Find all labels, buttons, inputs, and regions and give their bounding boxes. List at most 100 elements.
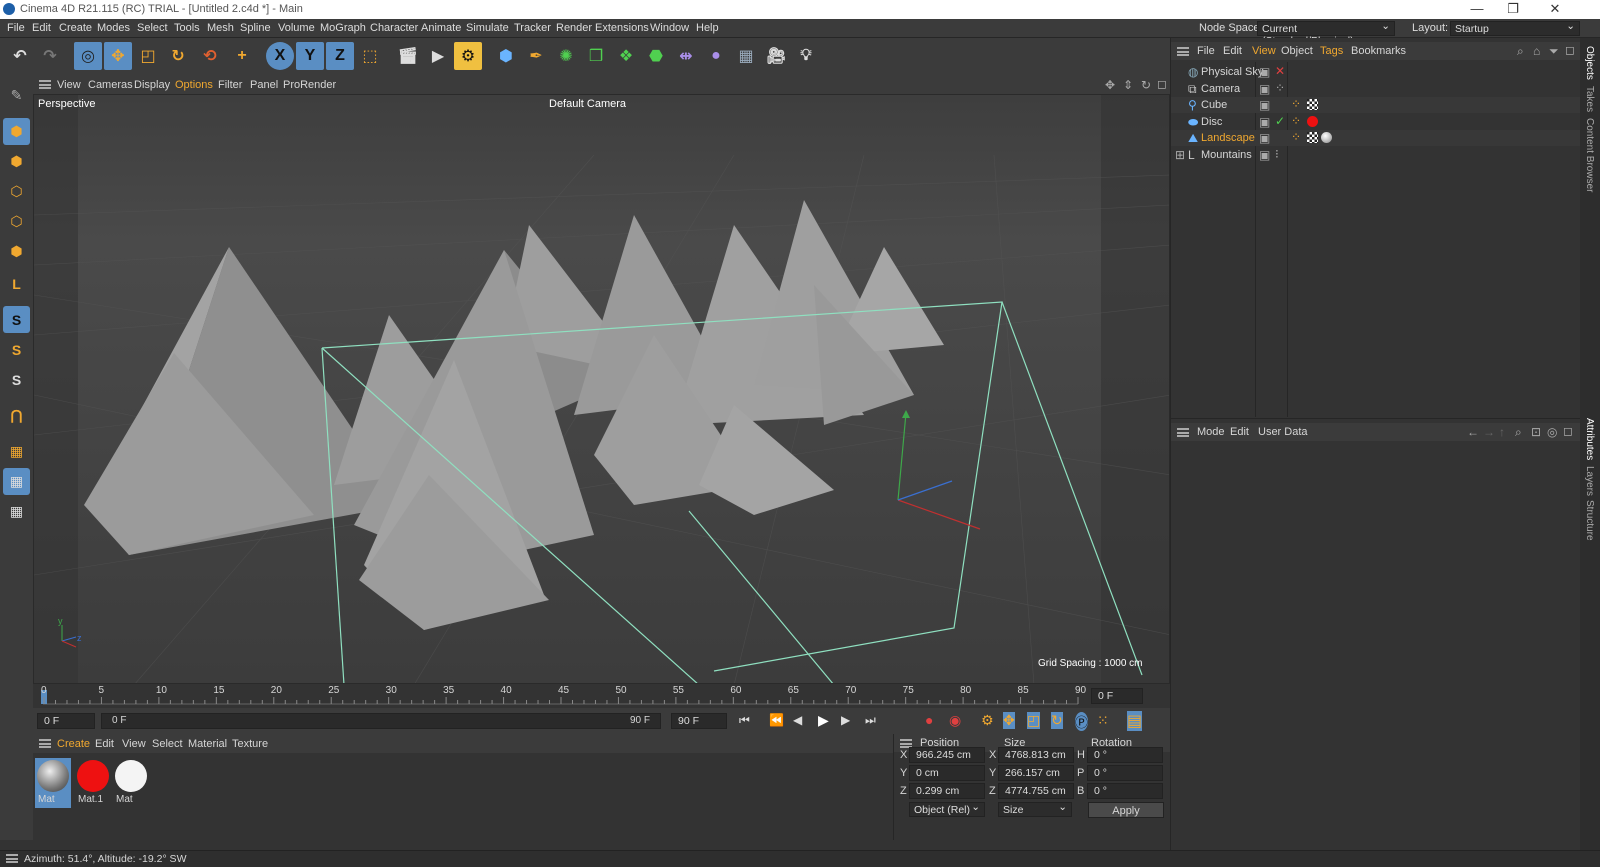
move-tool-button[interactable]: ✥ — [104, 42, 132, 70]
polygons-mode-button[interactable]: ⬢ — [3, 238, 30, 265]
menu-help[interactable]: Help — [696, 22, 719, 34]
home-icon[interactable]: ⌂ — [1533, 44, 1540, 58]
material-menu-material[interactable]: Material — [188, 738, 227, 750]
light-button[interactable]: 💡︎ — [792, 42, 820, 70]
floor-button[interactable]: ▦ — [732, 42, 760, 70]
render-settings-button[interactable]: ⚙ — [454, 42, 482, 70]
menu-select[interactable]: Select — [137, 22, 168, 34]
menu-animate[interactable]: Animate — [421, 22, 461, 34]
tab-attributes[interactable]: Attributes — [1584, 418, 1595, 460]
new-panel-icon[interactable]: ◻ — [1563, 424, 1573, 438]
disabled-x-icon[interactable]: ✕ — [1275, 64, 1285, 78]
expand-icon[interactable]: ⊞ — [1175, 148, 1185, 162]
tab-objects[interactable]: Objects — [1584, 46, 1595, 80]
x-axis-button[interactable]: X — [266, 42, 294, 70]
subdivision-button[interactable]: ✺ — [552, 42, 580, 70]
object-row-cube[interactable]: ⚲ Cube ▣ ⁘ — [1171, 97, 1581, 113]
scale-tool-button[interactable]: ◰ — [134, 42, 162, 70]
goto-end-icon[interactable]: ⏭ — [865, 713, 876, 728]
status-hamburger-icon[interactable] — [6, 854, 18, 863]
visibility-toggle-icon[interactable]: ▣ — [1259, 98, 1270, 112]
visibility-toggle-icon[interactable]: ▣ — [1259, 131, 1270, 145]
tab-layers[interactable]: Layers — [1584, 466, 1595, 496]
timeline-ruler[interactable]: 0 5 10 15 20 25 30 35 40 45 50 55 60 65 70 75 80 85 90 0 F — [33, 684, 1170, 708]
forward-arrow-icon[interactable]: → — [1483, 425, 1495, 439]
object-menu-edit[interactable]: Edit — [1223, 45, 1242, 57]
autokey-icon[interactable]: ◉ — [949, 712, 961, 729]
menu-volume[interactable]: Volume — [278, 22, 315, 34]
new-panel-icon[interactable]: ◻ — [1565, 43, 1575, 57]
key-parameter-icon[interactable]: Ⓟ — [1075, 712, 1089, 731]
menu-mesh[interactable]: Mesh — [207, 22, 234, 34]
menu-create[interactable]: Create — [59, 22, 92, 34]
layout-dropdown[interactable]: Startup — [1450, 20, 1580, 36]
menu-simulate[interactable]: Simulate — [466, 22, 509, 34]
material-menu-edit[interactable]: Edit — [95, 738, 114, 750]
minimize-button[interactable]: — — [1462, 1, 1492, 16]
checker-material-tag-icon[interactable] — [1307, 132, 1318, 143]
max-frame-field[interactable]: 90 F — [671, 713, 727, 729]
size-mode-dropdown[interactable]: Size — [998, 801, 1072, 817]
checker-material-tag-icon[interactable] — [1307, 99, 1318, 110]
tab-content-browser[interactable]: Content Browser — [1584, 118, 1595, 192]
phong-tag-icon[interactable]: ⁘ — [1291, 97, 1301, 111]
record-icon[interactable]: ● — [925, 712, 933, 728]
viewport-menu-cameras[interactable]: Cameras — [88, 79, 133, 91]
rotation-b-field[interactable]: 0 ° — [1087, 783, 1163, 799]
object-row-physical-sky[interactable]: ◍ Physical Sky ▣ ✕ — [1171, 64, 1581, 80]
hamburger-icon[interactable] — [39, 80, 51, 89]
menu-edit[interactable]: Edit — [32, 22, 51, 34]
enabled-check-icon[interactable]: ✓ — [1275, 114, 1285, 128]
phong-tag-icon[interactable]: ⁘ — [1291, 130, 1301, 144]
attribute-menu-user-data[interactable]: User Data — [1258, 426, 1308, 438]
snap-settings-button[interactable]: S — [3, 336, 30, 363]
perspective-viewport[interactable]: Perspective Default Camera Grid Spacing … — [33, 94, 1170, 684]
object-row-landscape[interactable]: ⛰ Landscape ▣ ⁘ — [1171, 130, 1581, 146]
pan-view-icon[interactable]: ✥ — [1105, 78, 1115, 92]
target-icon[interactable]: ◎ — [1547, 425, 1557, 439]
y-axis-button[interactable]: Y — [296, 42, 324, 70]
texture-mode-button[interactable]: ⬢ — [3, 148, 30, 175]
menu-file[interactable]: File — [7, 22, 25, 34]
viewport-menu-options[interactable]: Options — [175, 79, 213, 91]
rotation-h-field[interactable]: 0 ° — [1087, 747, 1163, 763]
material-slot-2[interactable]: Mat.1 — [75, 758, 111, 808]
prev-frame-icon[interactable]: ◀ — [793, 713, 802, 727]
attribute-hamburger-icon[interactable] — [1177, 428, 1189, 437]
viewport-menu-view[interactable]: View — [57, 79, 81, 91]
object-menu-object[interactable]: Object — [1281, 45, 1313, 57]
up-arrow-icon[interactable]: ↑ — [1499, 425, 1505, 439]
frame-range-slider[interactable]: 0 F 90 F — [101, 713, 661, 729]
coordinate-mode-dropdown[interactable]: Object (Rel) — [909, 801, 985, 817]
render-picture-viewer-button[interactable]: ▶ — [424, 42, 452, 70]
material-menu-create[interactable]: Create — [57, 738, 90, 750]
material-slot-1[interactable]: Mat — [35, 758, 71, 808]
node-space-dropdown[interactable]: Current (Standard/Physical) — [1257, 20, 1395, 47]
camera-name-label[interactable]: Default Camera — [549, 98, 626, 110]
object-hamburger-icon[interactable] — [1177, 47, 1189, 56]
voronoi-button[interactable]: ⬣ — [642, 42, 670, 70]
rotation-p-field[interactable]: 0 ° — [1087, 765, 1163, 781]
position-z-field[interactable]: 0.299 cm — [909, 783, 985, 799]
key-rotation-icon[interactable]: ↻ — [1051, 712, 1063, 729]
points-mode-button[interactable]: ⬡ — [3, 178, 30, 205]
recent-tools-button[interactable]: ⟲ — [196, 42, 224, 70]
visibility-toggle-icon[interactable]: ▣ — [1259, 65, 1270, 79]
mograph-button[interactable]: ❖ — [612, 42, 640, 70]
size-x-field[interactable]: 4768.813 cm — [998, 747, 1074, 763]
render-view-button[interactable]: 🎬︎ — [394, 42, 422, 70]
lock-icon[interactable]: ⊡ — [1531, 425, 1541, 439]
restore-button[interactable]: ❐ — [1498, 1, 1528, 17]
maximize-view-icon[interactable]: ◻ — [1157, 77, 1167, 91]
menu-tracker[interactable]: Tracker — [514, 22, 551, 34]
size-z-field[interactable]: 4774.755 cm — [998, 783, 1074, 799]
menu-modes[interactable]: Modes — [97, 22, 130, 34]
visibility-toggle-icon[interactable]: ▣ — [1259, 115, 1270, 129]
search-icon[interactable]: ⌕ — [1515, 425, 1522, 440]
filter-icon[interactable]: ⏷ — [1549, 44, 1559, 59]
rotate-tool-button[interactable]: ↻ — [164, 42, 192, 70]
model-mode-button[interactable]: ⬢ — [3, 118, 30, 145]
attribute-menu-edit[interactable]: Edit — [1230, 426, 1249, 438]
position-y-field[interactable]: 0 cm — [909, 765, 985, 781]
cube-object-button[interactable]: ⬢ — [492, 42, 520, 70]
